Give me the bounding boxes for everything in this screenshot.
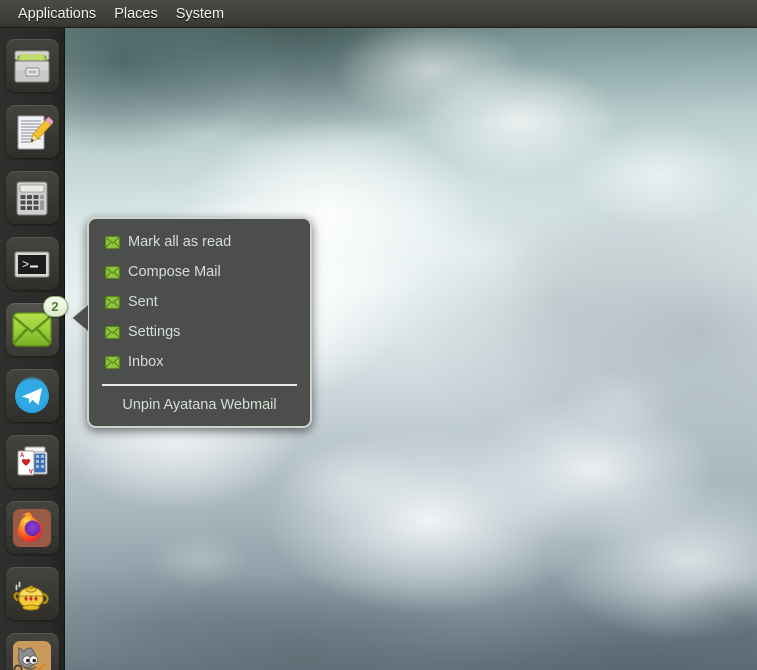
calculator-icon <box>11 177 53 219</box>
dock-item-archive-manager[interactable] <box>5 39 59 92</box>
unread-count-badge: 2 <box>42 296 68 317</box>
menu-item-inbox[interactable]: Inbox <box>89 347 310 377</box>
svg-text:>: > <box>22 258 29 272</box>
top-panel: Applications Places System <box>0 0 757 28</box>
dock-item-gimp[interactable] <box>5 633 59 670</box>
dock-item-calculator[interactable] <box>5 171 59 224</box>
menu-item-label: Unpin Ayatana Webmail <box>122 397 277 413</box>
mail-envelope-icon <box>105 295 120 310</box>
panel-menu-applications[interactable]: Applications <box>9 3 105 25</box>
dock-item-webmail[interactable]: 2 <box>5 296 68 356</box>
dock-item-solitaire[interactable]: A A <box>5 435 59 488</box>
file-cabinet-icon <box>11 45 53 87</box>
menu-item-label: Compose Mail <box>128 264 221 280</box>
dock-item-tea-time[interactable] <box>5 567 59 620</box>
menu-item-label: Sent <box>128 294 158 310</box>
teapot-icon <box>10 572 54 616</box>
menu-item-label: Mark all as read <box>128 234 232 250</box>
mail-envelope-icon <box>105 235 120 250</box>
playing-cards-icon: A A <box>11 441 53 483</box>
dock-item-terminal[interactable]: > <box>5 237 59 290</box>
dock-item-telegram[interactable] <box>5 369 59 422</box>
menu-item-sent[interactable]: Sent <box>89 287 310 317</box>
panel-menu-system[interactable]: System <box>167 3 233 25</box>
gimp-wilber-icon <box>10 638 54 670</box>
text-editor-icon <box>11 111 53 153</box>
menu-item-unpin-webmail[interactable]: Unpin Ayatana Webmail <box>89 390 310 420</box>
dock-item-text-editor[interactable] <box>5 105 59 158</box>
application-dock: > 2 A A <box>0 28 68 670</box>
terminal-icon: > <box>11 243 53 285</box>
mail-envelope-icon <box>105 265 120 280</box>
dock-item-firefox[interactable] <box>5 501 59 554</box>
webmail-context-menu: Mark all as read Compose Mail Sent Setti… <box>73 217 312 428</box>
menu-item-mark-all-as-read[interactable]: Mark all as read <box>89 227 310 257</box>
menu-item-label: Inbox <box>128 354 164 370</box>
context-menu-arrow <box>73 305 88 331</box>
menu-separator <box>102 384 297 386</box>
svg-text:A: A <box>20 453 25 459</box>
panel-menu-places[interactable]: Places <box>105 3 167 25</box>
firefox-icon <box>10 506 54 550</box>
menu-item-label: Settings <box>128 324 181 340</box>
mail-envelope-icon <box>105 355 120 370</box>
menu-item-compose-mail[interactable]: Compose Mail <box>89 257 310 287</box>
svg-text:A: A <box>28 467 33 473</box>
telegram-icon <box>11 375 53 417</box>
desktop-screen: Applications Places System > 2 A A Mark … <box>0 0 757 670</box>
mail-envelope-icon <box>105 325 120 340</box>
menu-item-settings[interactable]: Settings <box>89 317 310 347</box>
